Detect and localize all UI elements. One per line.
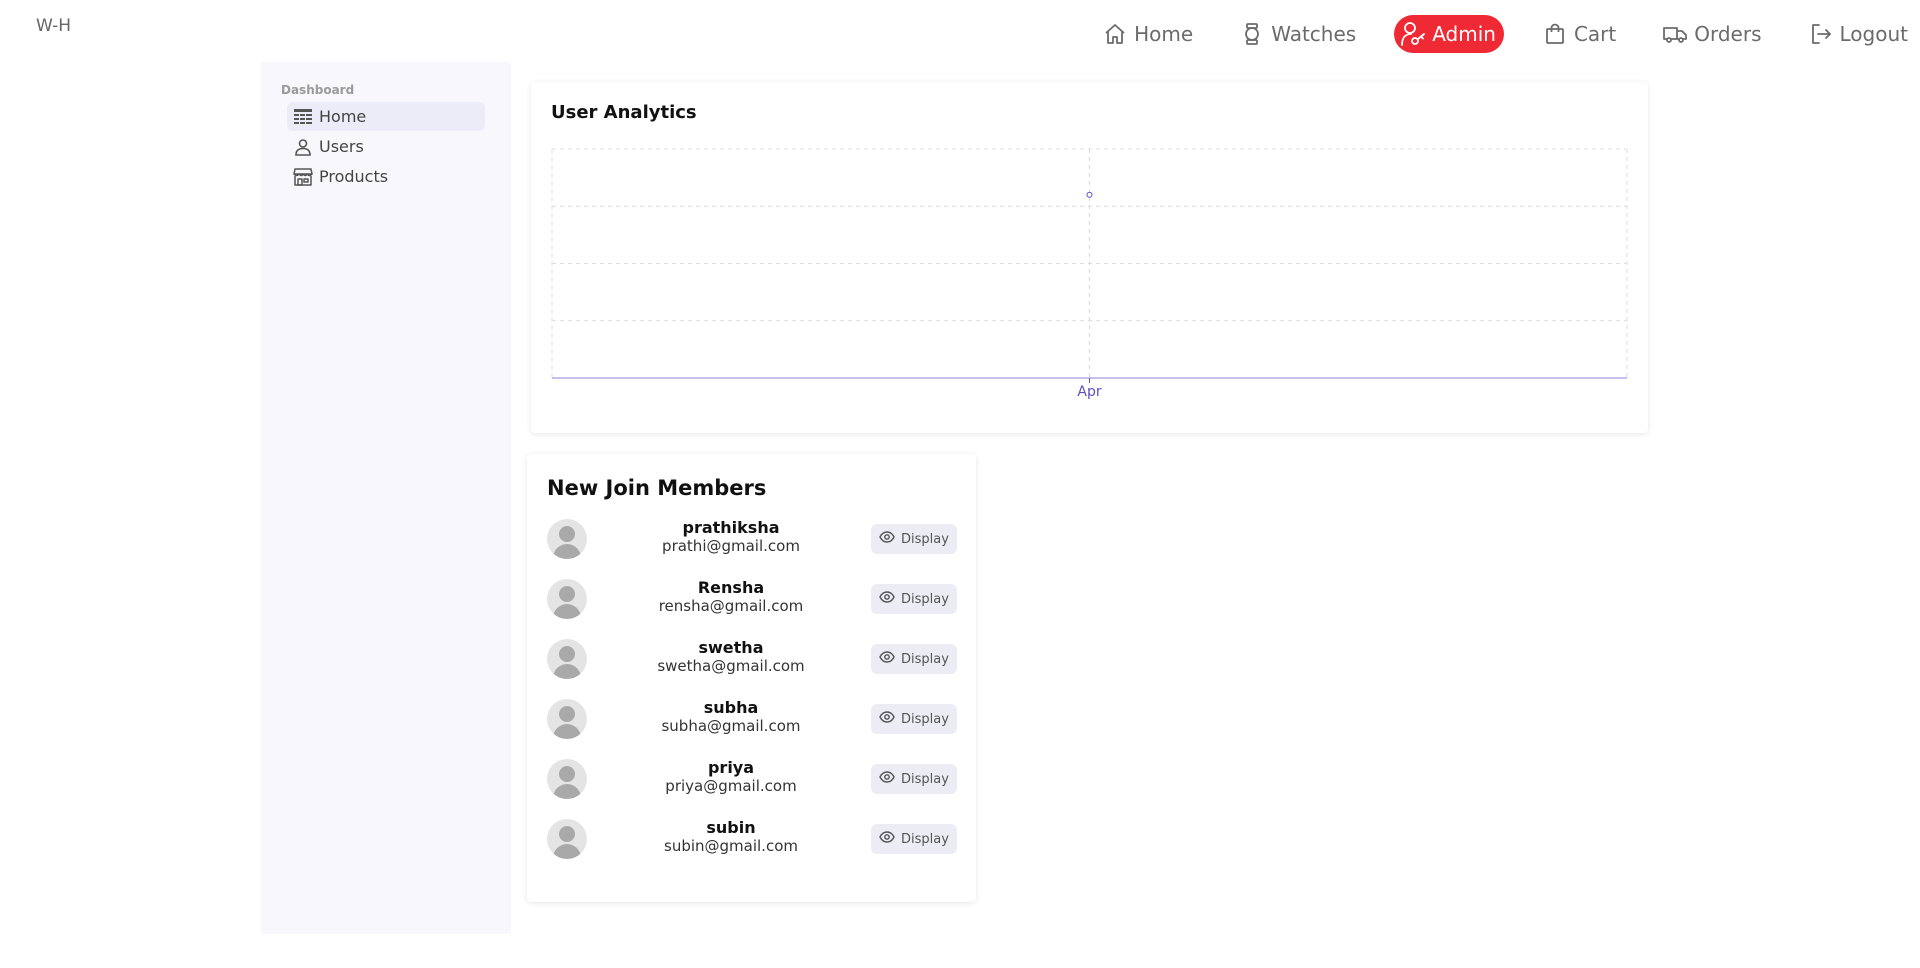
member-info: subin subin@gmail.com	[631, 818, 831, 856]
nav-watches[interactable]: Watches	[1231, 15, 1364, 53]
member-email: swetha@gmail.com	[657, 657, 805, 675]
nav-orders-label: Orders	[1694, 22, 1762, 46]
eye-icon	[879, 531, 895, 547]
display-button-label: Display	[901, 591, 949, 607]
display-button[interactable]: Display	[871, 584, 957, 614]
avatar	[547, 819, 587, 859]
nav-home-label: Home	[1134, 22, 1194, 46]
shopping-bag-icon	[1542, 21, 1568, 47]
x-tick-label: Apr	[1077, 384, 1101, 400]
avatar	[547, 759, 587, 799]
sidebar-item-label: Users	[319, 137, 364, 156]
member-email: subha@gmail.com	[661, 717, 801, 735]
data-point	[1086, 191, 1093, 198]
member-row: swetha swetha@gmail.com Display	[547, 638, 957, 680]
user-analytics-card: User Analytics Apr	[531, 82, 1648, 433]
logout-icon	[1808, 21, 1834, 47]
member-name: Rensha	[697, 578, 765, 597]
eye-icon	[879, 651, 895, 667]
member-name: subin	[706, 818, 756, 837]
nav-admin[interactable]: Admin	[1394, 15, 1504, 53]
member-info: priya priya@gmail.com	[631, 758, 831, 796]
member-email: prathi@gmail.com	[662, 537, 800, 555]
watch-icon	[1239, 21, 1265, 47]
member-name: priya	[707, 758, 755, 777]
new-members-card: New Join Members prathiksha prathi@gmail.…	[527, 454, 976, 902]
sidebar-item-label: Products	[319, 167, 389, 186]
display-button[interactable]: Display	[871, 644, 957, 674]
home-icon	[1102, 21, 1128, 47]
sidebar-title: Dashboard	[281, 83, 355, 97]
eye-icon	[879, 711, 895, 727]
member-info: swetha swetha@gmail.com	[631, 638, 831, 676]
member-info: Rensha rensha@gmail.com	[631, 578, 831, 616]
sidebar: Dashboard Home Users Products	[261, 62, 511, 934]
avatar	[547, 639, 587, 679]
member-row: subha subha@gmail.com Display	[547, 698, 957, 740]
sidebar-item-label: Home	[319, 107, 367, 126]
display-button[interactable]: Display	[871, 524, 957, 554]
table-icon	[293, 107, 313, 127]
eye-icon	[879, 591, 895, 607]
store-icon	[293, 167, 313, 187]
member-row: subin subin@gmail.com Display	[547, 818, 957, 860]
members-title: New Join Members	[547, 476, 767, 500]
display-button[interactable]: Display	[871, 824, 957, 854]
display-button-label: Display	[901, 711, 949, 727]
display-button-label: Display	[901, 651, 949, 667]
brand-logo[interactable]: W-H	[36, 16, 71, 36]
avatar	[547, 519, 587, 559]
member-email: priya@gmail.com	[665, 777, 797, 795]
member-row: Rensha rensha@gmail.com Display	[547, 578, 957, 620]
avatar	[547, 579, 587, 619]
display-button-label: Display	[901, 771, 949, 787]
eye-icon	[879, 831, 895, 847]
avatar	[547, 699, 587, 739]
sidebar-item-users[interactable]: Users	[287, 132, 485, 161]
user-key-icon	[1400, 21, 1426, 47]
top-nav: Home Watches Admin Cart Orders Logout	[1094, 14, 1920, 54]
truck-icon	[1662, 21, 1688, 47]
display-button-label: Display	[901, 531, 949, 547]
display-button[interactable]: Display	[871, 704, 957, 734]
display-button[interactable]: Display	[871, 764, 957, 794]
nav-admin-label: Admin	[1432, 22, 1496, 46]
member-info: subha subha@gmail.com	[631, 698, 831, 736]
nav-cart-label: Cart	[1573, 22, 1617, 46]
user-analytics-chart: Apr	[551, 148, 1628, 400]
member-name: subha	[703, 698, 759, 717]
member-info: prathiksha prathi@gmail.com	[631, 518, 831, 556]
member-name: prathiksha	[682, 518, 780, 537]
display-button-label: Display	[901, 831, 949, 847]
member-row: prathiksha prathi@gmail.com Display	[547, 518, 957, 560]
member-email: rensha@gmail.com	[658, 597, 804, 615]
nav-cart[interactable]: Cart	[1534, 15, 1624, 53]
member-name: swetha	[698, 638, 764, 657]
sidebar-item-home[interactable]: Home	[287, 102, 485, 131]
eye-icon	[879, 771, 895, 787]
nav-logout-label: Logout	[1839, 22, 1908, 46]
sidebar-item-products[interactable]: Products	[287, 162, 485, 191]
user-icon	[293, 137, 313, 157]
nav-watches-label: Watches	[1271, 22, 1357, 46]
member-email: subin@gmail.com	[664, 837, 798, 855]
nav-orders[interactable]: Orders	[1654, 15, 1769, 53]
member-row: priya priya@gmail.com Display	[547, 758, 957, 800]
nav-logout[interactable]: Logout	[1800, 15, 1916, 53]
nav-home[interactable]: Home	[1094, 15, 1201, 53]
